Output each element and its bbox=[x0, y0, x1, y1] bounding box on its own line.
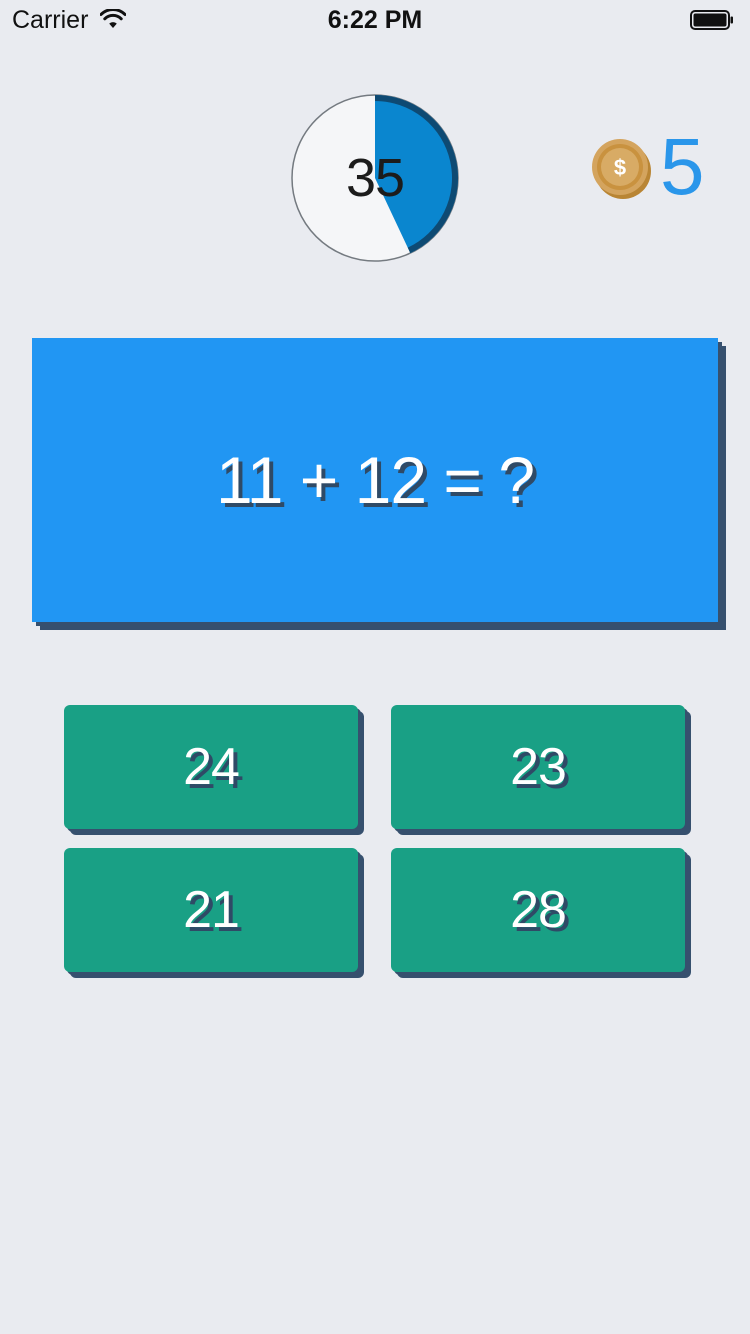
status-time: 6:22 PM bbox=[327, 6, 423, 34]
countdown-timer: 35 bbox=[290, 93, 460, 263]
answer-button-4[interactable]: 28 bbox=[391, 848, 685, 972]
answer-button-3[interactable]: 21 bbox=[64, 848, 358, 972]
status-bar: Carrier 6:22 PM bbox=[0, 0, 750, 40]
timer-value: 35 bbox=[345, 148, 405, 208]
answer-button-2[interactable]: 23 bbox=[391, 705, 685, 829]
coin-count: 5 bbox=[660, 122, 705, 211]
coin-icon: $ bbox=[592, 139, 651, 199]
answer-button-1[interactable]: 24 bbox=[64, 705, 358, 829]
coin-symbol: $ bbox=[614, 155, 626, 180]
battery-icon bbox=[690, 10, 733, 30]
question-text: 11 + 12 = ? bbox=[215, 443, 535, 517]
question-card: 11 + 12 = ? bbox=[32, 338, 718, 622]
